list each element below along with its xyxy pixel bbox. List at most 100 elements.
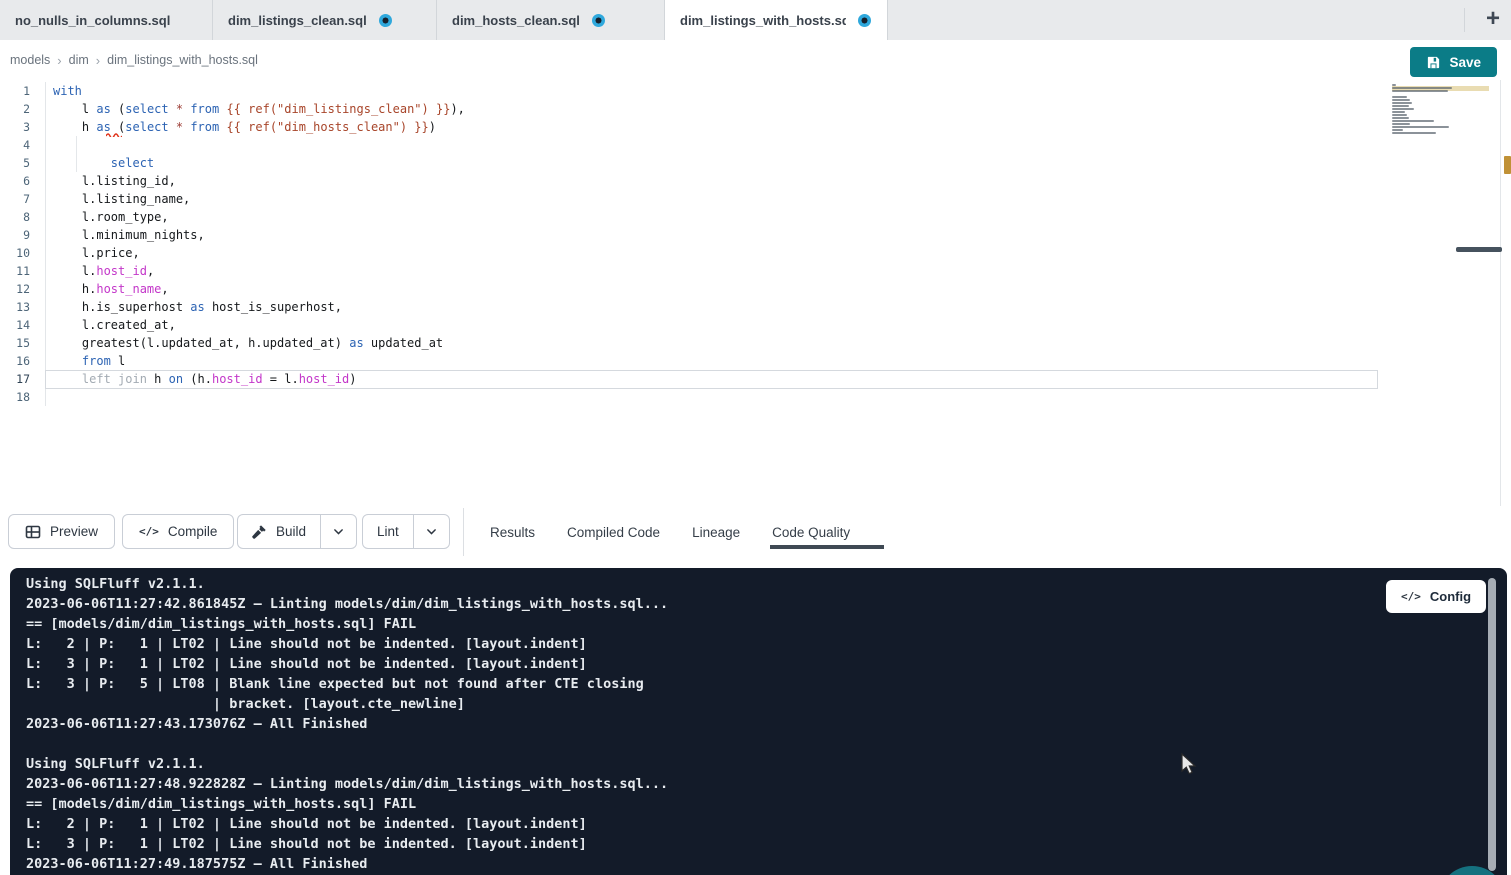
save-icon [1426, 55, 1441, 70]
code-lines[interactable]: 1with2 l as (select * from {{ ref("dim_l… [0, 82, 465, 406]
file-tab[interactable]: dim_hosts_clean.sql [437, 0, 665, 40]
compile-button[interactable]: </> Compile [122, 514, 234, 549]
save-button[interactable]: Save [1410, 47, 1497, 77]
file-tab[interactable]: no_nulls_in_columns.sql [0, 0, 213, 40]
config-label: Config [1430, 589, 1471, 604]
code-line[interactable]: 17 left join h on (h.host_id = l.host_id… [0, 370, 465, 388]
config-button[interactable]: </> Config [1386, 580, 1486, 613]
lint-dropdown-button[interactable] [413, 515, 449, 548]
minimap-line [1392, 108, 1414, 110]
file-tab-bar: no_nulls_in_columns.sql dim_listings_clea… [0, 0, 1511, 40]
line-number: 6 [0, 174, 30, 188]
code-line[interactable]: 3 h as (select * from {{ ref("dim_hosts_… [0, 118, 465, 136]
code-text: l.minimum_nights, [30, 228, 205, 242]
terminal-output-text: Using SQLFluff v2.1.1. 2023-06-06T11:27:… [26, 574, 668, 874]
code-line[interactable]: 5 select [0, 154, 465, 172]
build-label: Build [276, 524, 306, 539]
code-text: from l [30, 354, 125, 368]
code-line[interactable]: 4 [0, 136, 465, 154]
minimap-line [1392, 132, 1436, 134]
line-number: 16 [0, 354, 30, 368]
code-icon: </> [139, 525, 159, 538]
build-button[interactable]: Build [238, 515, 320, 548]
code-line[interactable]: 8 l.room_type, [0, 208, 465, 226]
file-header-bar: models›dim›dim_listings_with_hosts.sql S… [0, 40, 1511, 80]
code-line[interactable]: 6 l.listing_id, [0, 172, 465, 190]
breadcrumb-item[interactable]: models [10, 53, 50, 67]
code-icon: </> [1401, 590, 1421, 603]
panel-tab-results[interactable]: Results [490, 508, 535, 556]
new-tab-button[interactable]: + [1478, 4, 1508, 34]
line-number: 1 [0, 84, 30, 98]
code-text: l as (select * from {{ ref("dim_listings… [30, 102, 465, 116]
code-line[interactable]: 11 l.host_id, [0, 262, 465, 280]
breadcrumb-item[interactable]: dim_listings_with_hosts.sql [107, 53, 258, 67]
code-line[interactable]: 9 l.minimum_nights, [0, 226, 465, 244]
line-number: 2 [0, 102, 30, 116]
panel-tab-lineage[interactable]: Lineage [692, 508, 740, 556]
panel-tab-compiled-code[interactable]: Compiled Code [567, 508, 660, 556]
code-text: h as (select * from {{ ref("dim_hosts_cl… [30, 120, 436, 134]
minimap-line [1392, 105, 1409, 107]
preview-button[interactable]: Preview [8, 514, 115, 549]
breadcrumb-item[interactable]: dim [69, 53, 89, 67]
line-number: 13 [0, 300, 30, 314]
minimap-line [1392, 126, 1449, 128]
file-tab[interactable]: dim_listings_clean.sql [213, 0, 437, 40]
code-line[interactable]: 15 greatest(l.updated_at, h.updated_at) … [0, 334, 465, 352]
save-label: Save [1449, 55, 1481, 70]
chevron-down-icon [332, 525, 345, 538]
code-text: h.host_name, [30, 282, 169, 296]
line-number: 7 [0, 192, 30, 206]
file-tab[interactable]: dim_listings_with_hosts.sql [665, 0, 888, 40]
minimap-line [1392, 87, 1452, 89]
code-text: greatest(l.updated_at, h.updated_at) as … [30, 336, 443, 350]
code-text: l.listing_name, [30, 192, 190, 206]
file-tab-label: no_nulls_in_columns.sql [15, 13, 170, 28]
code-line[interactable]: 16 from l [0, 352, 465, 370]
breadcrumb: models›dim›dim_listings_with_hosts.sql [10, 40, 258, 80]
code-line[interactable]: 13 h.is_superhost as host_is_superhost, [0, 298, 465, 316]
minimap-line [1392, 129, 1403, 131]
minimap-line [1392, 99, 1410, 101]
code-line[interactable]: 10 l.price, [0, 244, 465, 262]
code-line[interactable]: 7 l.listing_name, [0, 190, 465, 208]
code-line[interactable]: 12 h.host_name, [0, 280, 465, 298]
action-toolbar: Preview </> Compile Build [0, 508, 1511, 556]
line-number: 18 [0, 390, 30, 404]
minimap-line [1392, 123, 1410, 125]
code-editor[interactable]: 1with2 l as (select * from {{ ref("dim_l… [0, 80, 1511, 508]
code-text: select [30, 156, 154, 170]
chevron-down-icon [425, 525, 438, 538]
code-line[interactable]: 14 l.created_at, [0, 316, 465, 334]
minimap-line [1392, 111, 1405, 113]
result-panel-tabs: Results Compiled Code Lineage Code Quality [490, 508, 850, 556]
line-number: 17 [0, 372, 30, 386]
unsaved-indicator-icon[interactable] [592, 14, 605, 27]
editor-right-border [1500, 80, 1501, 506]
code-text: h.is_superhost as host_is_superhost, [30, 300, 342, 314]
code-line[interactable]: 18 [0, 388, 465, 406]
line-number: 5 [0, 156, 30, 170]
line-number: 15 [0, 336, 30, 350]
lint-label: Lint [377, 524, 399, 539]
minimap-line [1392, 96, 1407, 98]
build-dropdown-button[interactable] [320, 515, 356, 548]
code-text: l.room_type, [30, 210, 169, 224]
minimap-line [1392, 120, 1434, 122]
line-number: 14 [0, 318, 30, 332]
code-line[interactable]: 1with [0, 82, 465, 100]
minimap[interactable] [1392, 84, 1457, 138]
unsaved-indicator-icon[interactable] [858, 14, 871, 27]
line-number: 9 [0, 228, 30, 242]
code-line[interactable]: 2 l as (select * from {{ ref("dim_listin… [0, 100, 465, 118]
unsaved-indicator-icon[interactable] [379, 14, 392, 27]
pane-resize-handle[interactable] [1456, 247, 1502, 252]
lint-button[interactable]: Lint [363, 515, 413, 548]
minimap-line [1392, 102, 1412, 104]
minimap-line [1392, 90, 1448, 92]
line-number: 12 [0, 282, 30, 296]
file-tab-label: dim_listings_with_hosts.sql [680, 13, 846, 28]
terminal-scrollbar[interactable] [1488, 578, 1496, 871]
panel-tab-code-quality[interactable]: Code Quality [772, 508, 850, 556]
